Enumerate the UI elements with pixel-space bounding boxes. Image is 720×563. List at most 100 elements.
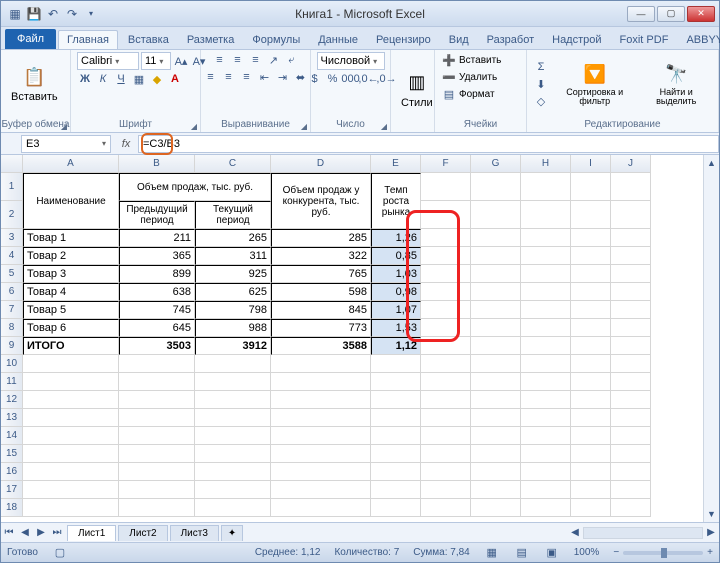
tab-addins[interactable]: Надстрой [544, 31, 609, 49]
cell-A4[interactable]: Товар 2 [23, 247, 119, 265]
cell-C5[interactable]: 925 [195, 265, 271, 283]
cell-empty[interactable] [471, 247, 521, 265]
launcher-icon[interactable]: ◢ [301, 122, 307, 131]
cell-empty[interactable] [471, 173, 521, 201]
row-header-7[interactable]: 7 [1, 301, 23, 319]
cell-empty[interactable] [471, 201, 521, 229]
cell-empty[interactable] [521, 499, 571, 517]
cell-empty[interactable] [471, 463, 521, 481]
sheet-tab-new[interactable]: ✦ [221, 525, 243, 541]
cell-empty[interactable] [23, 481, 119, 499]
cell-empty[interactable] [421, 373, 471, 391]
cell-B4[interactable]: 365 [119, 247, 195, 265]
font-color-icon[interactable]: A [167, 71, 183, 87]
cell-empty[interactable] [195, 445, 271, 463]
cell-empty[interactable] [271, 355, 371, 373]
view-break-icon[interactable]: ▣ [544, 545, 560, 561]
cell-empty[interactable] [421, 229, 471, 247]
cell-empty[interactable] [195, 409, 271, 427]
tab-data[interactable]: Данные [310, 31, 366, 49]
row-header-4[interactable]: 4 [1, 247, 23, 265]
undo-icon[interactable]: ↶ [45, 6, 61, 22]
cell-B5[interactable]: 899 [119, 265, 195, 283]
cell-C3[interactable]: 265 [195, 229, 271, 247]
cell-empty[interactable] [23, 391, 119, 409]
cell-empty[interactable] [371, 427, 421, 445]
cell-empty[interactable] [271, 463, 371, 481]
cell-empty[interactable] [23, 499, 119, 517]
cell-empty[interactable] [421, 301, 471, 319]
row-header-15[interactable]: 15 [1, 445, 23, 463]
cell-C2[interactable]: Текущий период [195, 201, 271, 229]
cell-empty[interactable] [119, 499, 195, 517]
cell-empty[interactable] [521, 445, 571, 463]
cell-empty[interactable] [421, 319, 471, 337]
comma-icon[interactable]: 000 [343, 71, 359, 87]
cell-empty[interactable] [571, 337, 611, 355]
cell-empty[interactable] [421, 201, 471, 229]
font-name-combo[interactable]: Calibri▾ [77, 52, 139, 70]
cell-empty[interactable] [119, 391, 195, 409]
cell-A3[interactable]: Товар 1 [23, 229, 119, 247]
cell-empty[interactable] [521, 201, 571, 229]
cell-empty[interactable] [571, 283, 611, 301]
align-right-icon[interactable]: ≡ [239, 69, 255, 85]
cell-empty[interactable] [521, 463, 571, 481]
tab-developer[interactable]: Разработ [479, 31, 542, 49]
scroll-down-icon[interactable]: ▼ [704, 506, 719, 522]
col-header-B[interactable]: B [119, 155, 195, 173]
find-select-button[interactable]: 🔭 Найти и выделить [640, 60, 712, 108]
cell-E3[interactable]: 1,26 [371, 229, 421, 247]
cell-empty[interactable] [521, 265, 571, 283]
cell-empty[interactable] [421, 283, 471, 301]
row-header-16[interactable]: 16 [1, 463, 23, 481]
cell-empty[interactable] [371, 391, 421, 409]
underline-icon[interactable]: Ч [113, 71, 129, 87]
zoom-slider[interactable]: − + [613, 547, 713, 558]
tab-abbyy[interactable]: ABBYY PD [678, 31, 720, 49]
cell-empty[interactable] [611, 409, 651, 427]
row-header-9[interactable]: 9 [1, 337, 23, 355]
cell-empty[interactable] [611, 463, 651, 481]
orientation-icon[interactable]: ↗ [266, 52, 282, 68]
sheet-nav-prev-icon[interactable]: ◀ [17, 525, 33, 541]
zoom-level[interactable]: 100% [574, 547, 600, 558]
percent-icon[interactable]: % [325, 71, 341, 87]
cell-empty[interactable] [571, 499, 611, 517]
cell-empty[interactable] [471, 409, 521, 427]
launcher-icon[interactable]: ◢ [191, 122, 197, 131]
cell-empty[interactable] [611, 355, 651, 373]
cell-empty[interactable] [611, 481, 651, 499]
cell-A8[interactable]: Товар 6 [23, 319, 119, 337]
cell-empty[interactable] [421, 391, 471, 409]
cell-empty[interactable] [521, 229, 571, 247]
qat-more-icon[interactable]: ▾ [83, 6, 99, 22]
cell-empty[interactable] [521, 391, 571, 409]
cell-E6[interactable]: 0,98 [371, 283, 421, 301]
wrap-text-icon[interactable]: ⤶ [284, 52, 300, 68]
cell-empty[interactable] [611, 229, 651, 247]
align-center-icon[interactable]: ≡ [221, 69, 237, 85]
cell-empty[interactable] [611, 201, 651, 229]
cell-empty[interactable] [471, 283, 521, 301]
cell-empty[interactable] [119, 373, 195, 391]
cell-empty[interactable] [521, 355, 571, 373]
cell-E4[interactable]: 0,85 [371, 247, 421, 265]
sheet-nav-last-icon[interactable]: ⏭ [49, 525, 65, 541]
cell-empty[interactable] [23, 445, 119, 463]
cell-empty[interactable] [471, 499, 521, 517]
redo-icon[interactable]: ↷ [64, 6, 80, 22]
cell-B2[interactable]: Предыдущий период [119, 201, 195, 229]
cell-empty[interactable] [611, 173, 651, 201]
col-header-C[interactable]: C [195, 155, 271, 173]
cells-format-button[interactable]: ▤Формат [441, 86, 495, 102]
cell-empty[interactable] [471, 319, 521, 337]
cell-empty[interactable] [23, 373, 119, 391]
view-layout-icon[interactable]: ▤ [514, 545, 530, 561]
col-header-H[interactable]: H [521, 155, 571, 173]
cell-empty[interactable] [271, 427, 371, 445]
cell-empty[interactable] [471, 481, 521, 499]
cell-A5[interactable]: Товар 3 [23, 265, 119, 283]
tab-insert[interactable]: Вставка [120, 31, 177, 49]
cell-empty[interactable] [611, 319, 651, 337]
